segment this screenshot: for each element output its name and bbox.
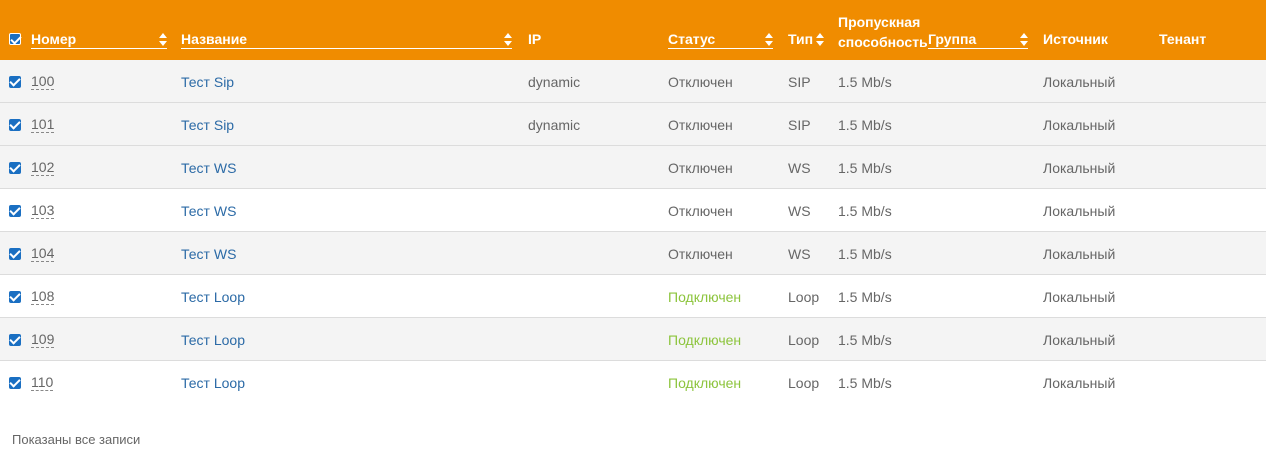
column-header-name[interactable]: Название [181, 0, 512, 60]
trunk-bandwidth: 1.5 Mb/s [838, 74, 892, 90]
trunk-name-link[interactable]: Тест WS [181, 160, 236, 176]
trunk-name-link[interactable]: Тест Loop [181, 289, 245, 305]
trunk-source: Локальный [1043, 332, 1116, 348]
sort-icon [504, 33, 512, 47]
trunk-number[interactable]: 109 [31, 332, 55, 348]
column-header-number[interactable]: Номер [31, 0, 167, 60]
trunk-type: Loop [788, 332, 820, 348]
column-header-status[interactable]: Статус [668, 0, 773, 60]
row-checkbox[interactable] [9, 205, 21, 217]
trunk-number[interactable]: 104 [31, 246, 55, 262]
trunk-type: Loop [788, 375, 820, 391]
trunk-source: Локальный [1043, 74, 1116, 90]
trunk-status: Отключен [668, 117, 733, 133]
column-header-tenant: Тенант [1159, 31, 1207, 47]
trunk-source: Локальный [1043, 289, 1116, 305]
trunk-bandwidth: 1.5 Mb/s [838, 203, 892, 219]
trunk-name-link[interactable]: Тест Loop [181, 375, 245, 391]
trunks-table: Номер Название IP Статус Тип Пропускная … [0, 0, 1266, 404]
sort-icon [1020, 33, 1028, 47]
row-checkbox[interactable] [9, 248, 21, 260]
trunk-status: Подключен [668, 375, 742, 391]
column-header-ip: IP [528, 31, 542, 47]
table-row: 110 Тест Loop Подключен Loop 1.5 Mb/s Ло… [0, 361, 1266, 404]
trunk-bandwidth: 1.5 Mb/s [838, 160, 892, 176]
trunk-name-link[interactable]: Тест Sip [181, 74, 234, 90]
trunk-status: Подключен [668, 289, 742, 305]
records-status: Показаны все записи [12, 432, 141, 447]
row-checkbox[interactable] [9, 76, 21, 88]
table-row: 104 Тест WS Отключен WS 1.5 Mb/s Локальн… [0, 232, 1266, 275]
trunk-source: Локальный [1043, 246, 1116, 262]
column-header-source: Источник [1043, 31, 1108, 47]
row-checkbox[interactable] [9, 377, 21, 389]
table-row: 103 Тест WS Отключен WS 1.5 Mb/s Локальн… [0, 189, 1266, 232]
trunk-bandwidth: 1.5 Mb/s [838, 375, 892, 391]
table-row: 100 Тест Sip dynamic Отключен SIP 1.5 Mb… [0, 60, 1266, 103]
trunk-number[interactable]: 108 [31, 289, 55, 305]
trunk-status: Подключен [668, 332, 742, 348]
trunk-status: Отключен [668, 74, 733, 90]
trunk-number[interactable]: 101 [31, 117, 55, 133]
row-checkbox[interactable] [9, 119, 21, 131]
row-checkbox[interactable] [9, 334, 21, 346]
sort-icon [816, 33, 824, 47]
trunk-bandwidth: 1.5 Mb/s [838, 117, 892, 133]
column-header-bandwidth: Пропускная способность [838, 14, 928, 50]
trunk-number[interactable]: 103 [31, 203, 55, 219]
sort-icon [765, 33, 773, 47]
trunk-name-link[interactable]: Тест WS [181, 203, 236, 219]
trunk-name-link[interactable]: Тест Loop [181, 332, 245, 348]
trunk-status: Отключен [668, 203, 733, 219]
trunk-bandwidth: 1.5 Mb/s [838, 289, 892, 305]
trunk-type: WS [788, 203, 811, 219]
trunk-type: WS [788, 246, 811, 262]
select-all-checkbox[interactable] [9, 33, 21, 45]
sort-icon [159, 33, 167, 47]
table-row: 102 Тест WS Отключен WS 1.5 Mb/s Локальн… [0, 146, 1266, 189]
trunk-source: Локальный [1043, 160, 1116, 176]
trunk-number[interactable]: 102 [31, 160, 55, 176]
trunk-source: Локальный [1043, 117, 1116, 133]
trunk-type: Loop [788, 289, 820, 305]
table-row: 109 Тест Loop Подключен Loop 1.5 Mb/s Ло… [0, 318, 1266, 361]
trunk-status: Отключен [668, 160, 733, 176]
column-header-group[interactable]: Группа [928, 0, 1028, 60]
trunk-type: WS [788, 160, 811, 176]
table-row: 108 Тест Loop Подключен Loop 1.5 Mb/s Ло… [0, 275, 1266, 318]
trunk-number[interactable]: 110 [31, 375, 54, 391]
trunk-status: Отключен [668, 246, 733, 262]
trunk-name-link[interactable]: Тест Sip [181, 117, 234, 133]
trunk-ip: dynamic [528, 117, 581, 133]
trunk-name-link[interactable]: Тест WS [181, 246, 236, 262]
table-header: Номер Название IP Статус Тип Пропускная … [0, 0, 1266, 60]
trunk-source: Локальный [1043, 375, 1116, 391]
row-checkbox[interactable] [9, 291, 21, 303]
table-row: 101 Тест Sip dynamic Отключен SIP 1.5 Mb… [0, 103, 1266, 146]
trunk-type: SIP [788, 117, 811, 133]
trunk-source: Локальный [1043, 203, 1116, 219]
trunk-number[interactable]: 100 [31, 74, 55, 90]
row-checkbox[interactable] [9, 162, 21, 174]
trunk-bandwidth: 1.5 Mb/s [838, 332, 892, 348]
trunk-ip: dynamic [528, 74, 581, 90]
trunk-type: SIP [788, 74, 811, 90]
trunk-bandwidth: 1.5 Mb/s [838, 246, 892, 262]
column-header-type[interactable]: Тип [788, 0, 824, 60]
